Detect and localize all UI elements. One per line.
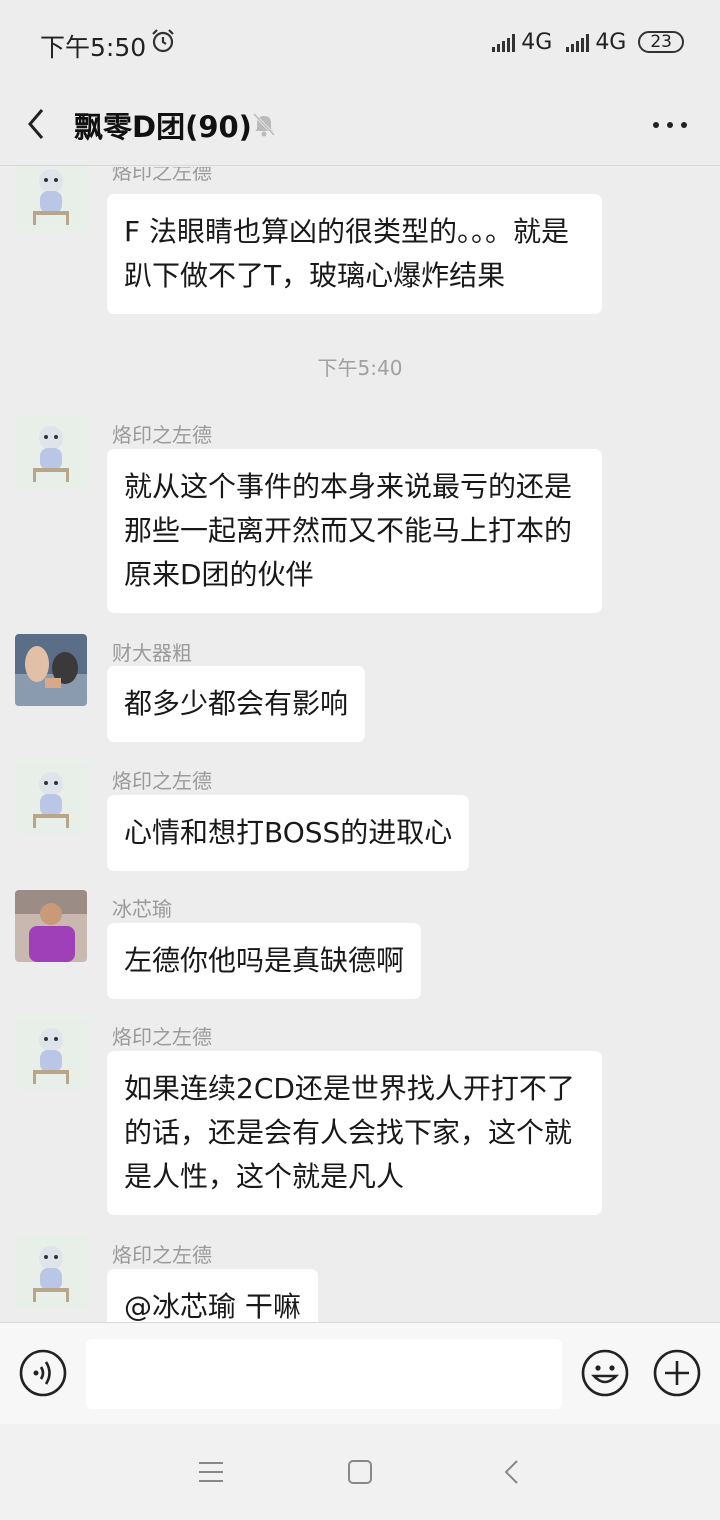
status-time: 下午5:50 — [40, 33, 147, 62]
chat-area[interactable]: 烙印之左德 F 法眼睛也算凶的很类型的。。。就是趴下做不了T，玻璃心爆炸结果 下… — [0, 167, 720, 1322]
timestamp: 下午5:40 — [317, 356, 403, 380]
status-indicators: 4G 4G 23 — [492, 28, 684, 56]
message-bubble[interactable]: 如果连续2CD还是世界找人开打不了的话，还是会有人会找下家，这个就是人性，这个就… — [107, 1051, 602, 1215]
nav-back-icon[interactable] — [500, 1458, 524, 1486]
network-type-2: 4G — [595, 29, 627, 55]
sender-name: 财大器粗 — [112, 641, 192, 665]
avatar[interactable] — [15, 762, 87, 834]
avatar[interactable] — [15, 1018, 87, 1090]
input-bar — [0, 1322, 720, 1424]
message-input[interactable] — [86, 1339, 562, 1409]
alarm-icon — [152, 29, 174, 53]
avatar[interactable] — [15, 890, 87, 962]
message-bubble[interactable]: @冰芯瑜 干嘛 — [107, 1269, 318, 1322]
signal-icon — [492, 32, 516, 52]
message-bubble[interactable]: 就从这个事件的本身来说最亏的还是那些一起离开然而又不能马上打本的原来D团的伙伴 — [107, 449, 602, 613]
message-bubble[interactable]: 左德你他吗是真缺德啊 — [107, 923, 422, 999]
more-icon[interactable] — [650, 110, 690, 140]
sender-name: 烙印之左德 — [112, 167, 212, 184]
signal-icon — [566, 32, 590, 52]
message-bubble[interactable]: F 法眼睛也算凶的很类型的。。。就是趴下做不了T，玻璃心爆炸结果 — [107, 194, 602, 314]
title-bar: 飘零D团(90) — [0, 84, 720, 166]
message-bubble[interactable]: 心情和想打BOSS的进取心 — [107, 795, 470, 871]
sender-name: 烙印之左德 — [112, 1243, 212, 1267]
network-type-1: 4G — [521, 29, 553, 55]
sender-name: 烙印之左德 — [112, 423, 212, 447]
nav-home-icon[interactable] — [346, 1458, 374, 1486]
back-icon[interactable] — [22, 104, 52, 144]
sender-name: 烙印之左德 — [112, 1025, 212, 1049]
avatar[interactable] — [15, 1236, 87, 1308]
avatar[interactable] — [15, 634, 87, 706]
nav-menu-icon[interactable] — [196, 1460, 226, 1484]
voice-icon[interactable] — [18, 1348, 68, 1398]
chat-title: 飘零D团(90) — [74, 110, 252, 144]
plus-icon[interactable] — [652, 1348, 702, 1398]
system-nav-bar — [0, 1424, 720, 1520]
sender-name: 冰芯瑜 — [112, 897, 172, 921]
emoji-icon[interactable] — [580, 1348, 630, 1398]
message-bubble[interactable]: 都多少都会有影响 — [107, 666, 366, 742]
status-bar: 下午5:50 4G 4G 23 — [0, 0, 720, 84]
battery-indicator: 23 — [638, 31, 684, 53]
avatar[interactable] — [15, 416, 87, 488]
avatar[interactable] — [15, 167, 87, 231]
sender-name: 烙印之左德 — [112, 769, 212, 793]
mute-icon — [252, 112, 276, 137]
